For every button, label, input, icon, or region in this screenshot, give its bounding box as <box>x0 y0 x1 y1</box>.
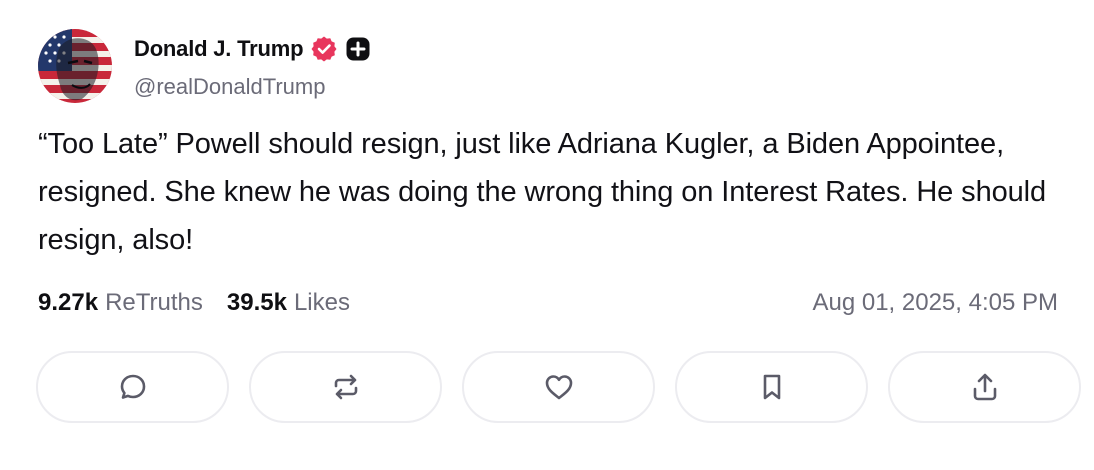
bookmark-button[interactable] <box>675 351 868 423</box>
truth-post: Donald J. Trump @realDonaldTrump “Too La… <box>0 0 1094 470</box>
bookmark-icon <box>763 374 780 400</box>
avatar-image <box>38 29 112 103</box>
retruth-button[interactable] <box>249 351 442 423</box>
post-timestamp: Aug 01, 2025, 4:05 PM <box>812 289 1058 316</box>
author-avatar[interactable] <box>38 29 112 103</box>
post-stats: 9.27k ReTruths 39.5k Likes Aug 01, 2025,… <box>38 285 1058 321</box>
plus-badge-icon <box>345 36 371 62</box>
reply-button[interactable] <box>36 351 229 423</box>
post-text: “Too Late” Powell should resign, just li… <box>38 128 1047 256</box>
retruths-count[interactable]: 9.27k <box>38 289 98 317</box>
author-name-row: Donald J. Trump <box>134 33 371 65</box>
comment-icon <box>120 374 145 399</box>
author-handle[interactable]: @realDonaldTrump <box>134 74 325 100</box>
likes-label[interactable]: Likes <box>294 289 350 317</box>
verified-badge-icon <box>311 36 337 62</box>
author-display-name[interactable]: Donald J. Trump <box>134 36 304 62</box>
retruths-label[interactable]: ReTruths <box>105 289 203 317</box>
like-button[interactable] <box>462 351 655 423</box>
action-bar <box>36 351 1081 423</box>
heart-icon <box>545 375 572 400</box>
share-icon <box>973 373 996 401</box>
share-button[interactable] <box>888 351 1081 423</box>
likes-count[interactable]: 39.5k <box>227 289 287 317</box>
repost-icon <box>334 374 357 400</box>
